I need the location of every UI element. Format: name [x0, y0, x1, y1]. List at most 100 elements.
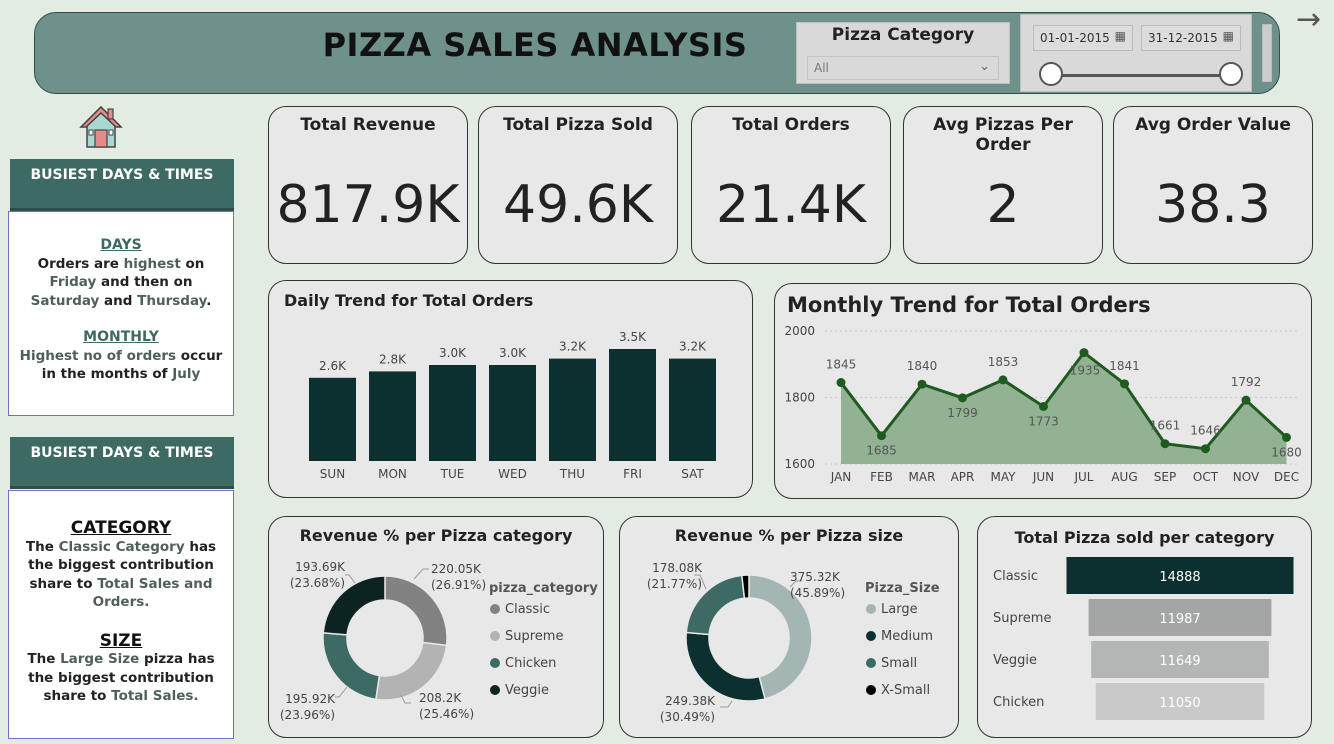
end-date-value: 31-12-2015 [1148, 31, 1218, 45]
legend-item: Small [881, 656, 917, 671]
calendar-icon[interactable]: ▦ [1223, 29, 1234, 43]
monthly-area-chart: 2000 1800 1600 1845 JAN 1685 FEB 1840 MAR 1799 APR… [784, 324, 1302, 484]
pizza-category-filter[interactable]: Pizza Category All ⌄ [796, 22, 1010, 84]
bar [309, 377, 356, 461]
kpi-total-revenue: Total Revenue 817.9K [268, 106, 468, 264]
category-insight: The Classic Category has the biggest con… [25, 538, 217, 611]
insights-panel-days: DAYS Orders are highest on Friday and th… [8, 211, 234, 416]
data-point [958, 393, 967, 403]
data-label: 2.6K [319, 359, 347, 373]
kpi-value: 21.4K [716, 175, 866, 235]
x-tick-label: SAT [681, 467, 704, 481]
date-slider-start-handle[interactable] [1039, 62, 1063, 86]
category-select[interactable]: All ⌄ [807, 56, 999, 80]
bar [609, 349, 656, 461]
end-date-input[interactable]: 31-12-2015 ▦ [1141, 25, 1241, 51]
x-tick-label: MAR [909, 470, 936, 484]
data-label: 11987 [1159, 612, 1200, 627]
x-tick-label: DEC [1274, 470, 1299, 484]
x-tick-label: APR [951, 470, 975, 484]
data-label: 11050 [1159, 696, 1200, 711]
calendar-icon[interactable]: ▦ [1115, 29, 1126, 43]
leader-line [345, 574, 356, 584]
kpi-value: 817.9K [276, 175, 460, 235]
arrow-right-icon[interactable]: → [1296, 2, 1321, 37]
kpi-total-pizza-sold: Total Pizza Sold 49.6K [478, 106, 678, 264]
percent-label: (30.49%) [660, 710, 715, 724]
legend-marker [866, 604, 876, 614]
percent-label: (45.89%) [790, 586, 845, 600]
chevron-down-icon[interactable]: ⌄ [979, 59, 990, 74]
kpi-label: Total Revenue [300, 115, 436, 135]
data-label: 1680 [1271, 445, 1302, 459]
home-icon[interactable] [78, 104, 124, 150]
x-tick-label: FRI [623, 467, 642, 481]
y-tick-label: 1800 [784, 391, 815, 405]
bar [429, 365, 476, 461]
x-tick-label: TUE [440, 467, 465, 481]
data-point [917, 379, 927, 389]
data-label: 1646 [1190, 424, 1221, 438]
data-point [836, 378, 846, 388]
x-tick-label: MAY [991, 470, 1017, 484]
kpi-label: Avg Order Value [1135, 115, 1291, 135]
daily-bar-chart: 2.6K SUN 2.8K MON 3.0K TUE 3.0K WED 3.2K THU 3.5K F… [309, 330, 716, 481]
legend-item: Chicken [505, 656, 556, 671]
kpi-avg-order-value: Avg Order Value 38.3 [1113, 106, 1313, 264]
data-point [1282, 432, 1291, 442]
pizza-sold-category-card: Total Pizza sold per category 14888 Class… [977, 516, 1312, 738]
x-tick-label: FEB [870, 470, 893, 484]
percent-label: (23.96%) [280, 708, 335, 722]
x-tick-label: JAN [830, 470, 852, 484]
days-title: DAYS [100, 237, 142, 253]
kpi-value: 2 [986, 175, 1020, 235]
data-label: 3.0K [439, 346, 467, 360]
x-tick-label: THU [559, 467, 585, 481]
category-selected-value: All [814, 61, 829, 75]
x-tick-label: AUG [1111, 470, 1137, 484]
data-label: 208.2K [419, 691, 462, 705]
data-label: 1840 [907, 359, 938, 373]
filter-label: Pizza Category [831, 25, 975, 45]
data-label: 3.2K [559, 340, 587, 354]
legend-marker [490, 685, 500, 695]
date-range-slicer[interactable]: 01-01-2015 ▦ 31-12-2015 ▦ [1020, 14, 1252, 92]
legend-marker [490, 658, 500, 668]
start-date-input[interactable]: 01-01-2015 ▦ [1033, 25, 1133, 51]
data-label: 195.92K [285, 692, 336, 706]
legend-item: Medium [881, 629, 933, 644]
size-insight: The Large Size pizza has the biggest con… [27, 651, 215, 704]
data-label: 178.08K [652, 561, 703, 575]
category-funnel-chart: 14888 Classic 11987 Supreme 11649 Veggie 11050… [993, 557, 1294, 720]
data-point [1201, 444, 1210, 454]
category-title: CATEGORY [70, 518, 172, 538]
data-point [877, 431, 886, 441]
data-label: 220.05K [431, 562, 482, 576]
category-donut-chart: pizza_category Classic Supreme Chicken Veggi… [280, 560, 598, 722]
data-label: 1841 [1109, 359, 1140, 373]
data-point [1079, 348, 1089, 358]
page-title: PIZZA SALES ANALYSIS [322, 26, 748, 64]
date-slider-track[interactable] [1051, 74, 1231, 77]
legend-marker [490, 631, 500, 641]
x-tick-label: JUN [1032, 470, 1054, 484]
data-label: 375.32K [790, 570, 841, 584]
legend-item: Classic [505, 602, 550, 617]
sidebar-heading: BUSIEST DAYS & TIMES [10, 159, 234, 211]
percent-label: (26.91%) [431, 578, 486, 592]
data-label: 14888 [1159, 570, 1200, 585]
data-label: 3.2K [679, 340, 707, 354]
scrollbar[interactable] [1262, 24, 1272, 82]
data-label: 1935 [1070, 364, 1101, 378]
data-label: 3.5K [619, 330, 647, 344]
kpi-label: Total Pizza Sold [503, 115, 653, 135]
percent-label: (25.46%) [419, 707, 474, 721]
data-label: 1773 [1028, 414, 1059, 428]
donut-slice [685, 631, 766, 702]
bar [489, 365, 536, 461]
legend-title: pizza_category [489, 581, 598, 596]
percent-label: (21.77%) [647, 577, 702, 591]
y-tick-label: 1600 [784, 457, 815, 471]
data-label: 193.69K [295, 560, 346, 574]
date-slider-end-handle[interactable] [1219, 62, 1243, 86]
